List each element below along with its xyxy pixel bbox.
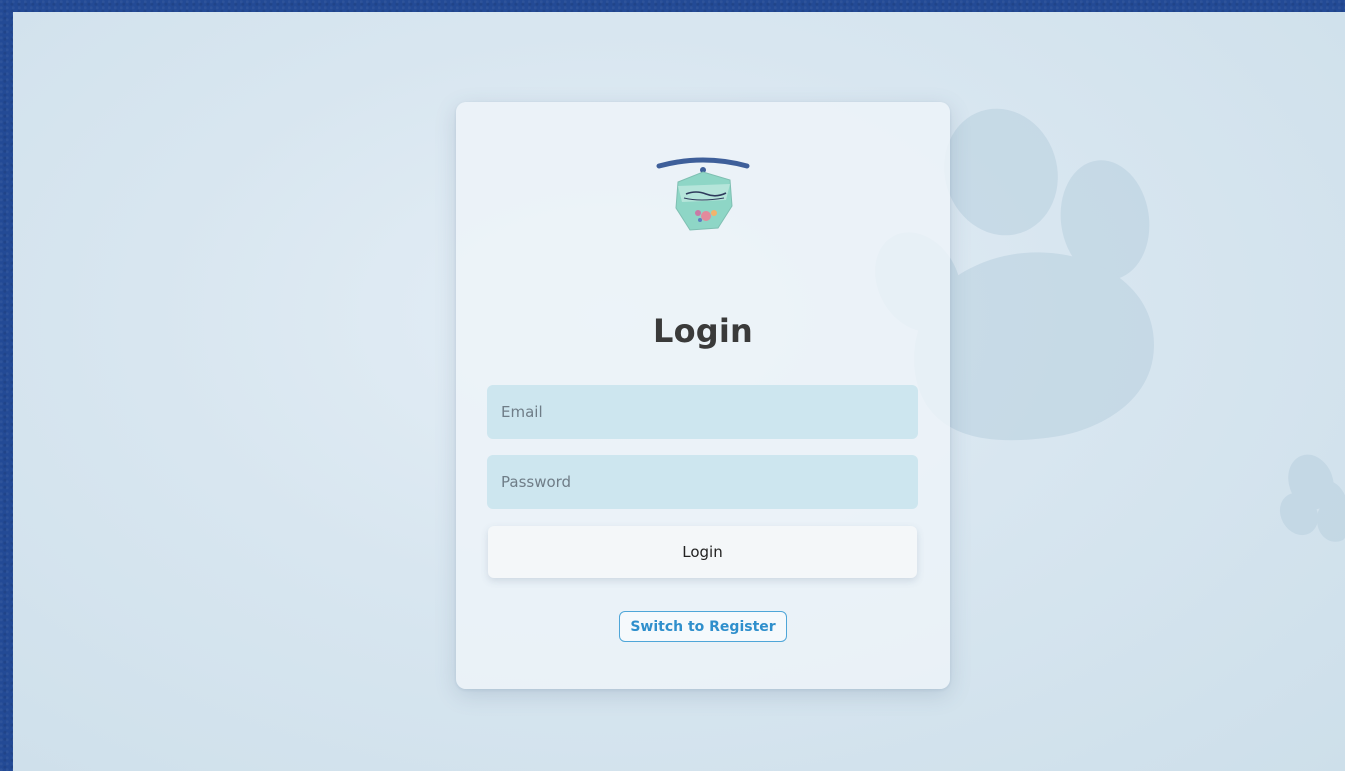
whiskers-logo-icon bbox=[656, 157, 750, 231]
login-page: Login Login Switch to Register bbox=[13, 12, 1345, 771]
switch-to-register-button[interactable]: Switch to Register bbox=[619, 611, 787, 642]
login-button[interactable]: Login bbox=[488, 526, 917, 578]
login-title: Login bbox=[652, 312, 754, 350]
page-frame: Login Login Switch to Register bbox=[0, 0, 1345, 771]
password-input[interactable] bbox=[487, 455, 918, 509]
email-input[interactable] bbox=[487, 385, 918, 439]
login-card: Login Login Switch to Register bbox=[456, 102, 950, 689]
